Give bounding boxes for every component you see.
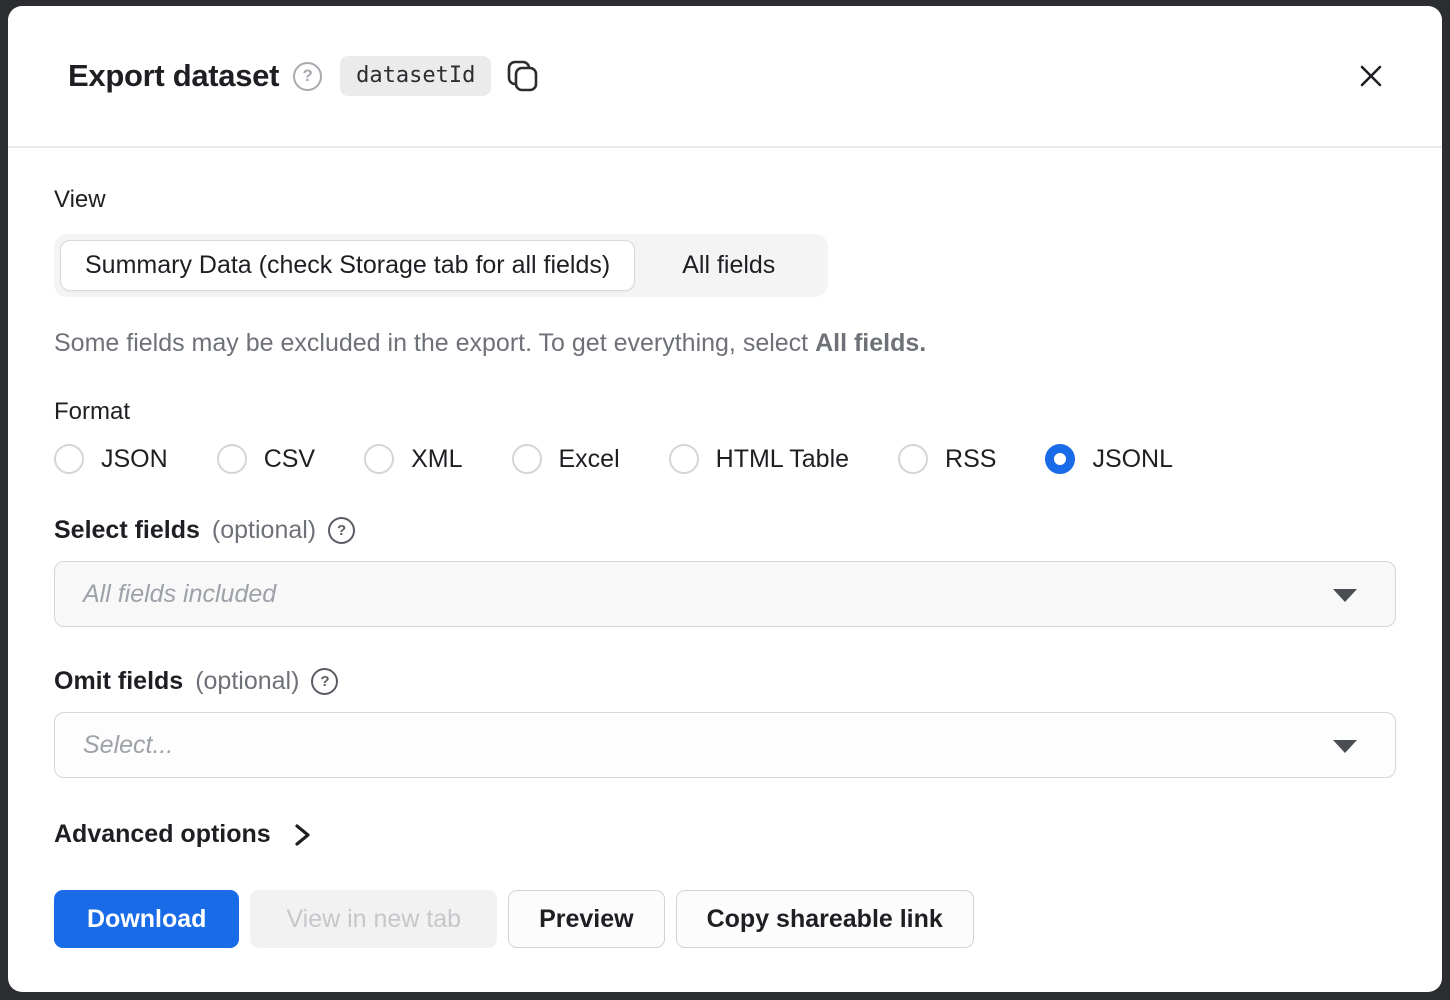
chevron-right-icon xyxy=(291,821,313,849)
radio-icon xyxy=(217,444,247,474)
note-strong-text: All fields. xyxy=(815,329,926,357)
radio-icon xyxy=(1045,444,1075,474)
format-radio-xml[interactable]: XML xyxy=(364,444,462,474)
radio-icon xyxy=(364,444,394,474)
close-icon xyxy=(1356,61,1386,91)
modal-body: View Summary Data (check Storage tab for… xyxy=(8,148,1442,948)
select-fields-help-icon[interactable]: ? xyxy=(328,517,355,544)
export-dataset-modal: Export dataset ? datasetId View xyxy=(8,6,1442,992)
modal-title: Export dataset xyxy=(68,58,279,94)
select-fields-label: Select fields xyxy=(54,516,200,545)
radio-icon xyxy=(54,444,84,474)
view-option-all-fields[interactable]: All fields xyxy=(635,240,822,291)
radio-icon xyxy=(898,444,928,474)
advanced-options-label: Advanced options xyxy=(54,820,271,849)
format-radio-json[interactable]: JSON xyxy=(54,444,168,474)
radio-icon xyxy=(512,444,542,474)
format-radio-rss[interactable]: RSS xyxy=(898,444,996,474)
omit-fields-placeholder: Select... xyxy=(83,731,173,760)
view-segmented-control: Summary Data (check Storage tab for all … xyxy=(54,234,828,297)
view-option-summary-data[interactable]: Summary Data (check Storage tab for all … xyxy=(60,240,635,291)
copy-icon xyxy=(505,58,541,94)
format-label: Format xyxy=(54,398,1396,426)
caret-down-icon xyxy=(1333,740,1357,753)
format-radio-jsonl[interactable]: JSONL xyxy=(1045,444,1173,474)
modal-header: Export dataset ? datasetId xyxy=(8,6,1442,148)
copy-dataset-id-button[interactable] xyxy=(505,58,541,94)
omit-fields-label: Omit fields xyxy=(54,667,183,696)
select-fields-dropdown[interactable]: All fields included xyxy=(54,561,1396,627)
format-radio-group: JSON CSV XML Excel HTML Table RSS xyxy=(54,444,1396,474)
select-fields-placeholder: All fields included xyxy=(83,580,276,609)
caret-down-icon xyxy=(1333,589,1357,602)
close-button[interactable] xyxy=(1352,57,1390,95)
copy-shareable-link-button[interactable]: Copy shareable link xyxy=(676,890,974,948)
omit-fields-label-row: Omit fields (optional) ? xyxy=(54,667,1396,696)
dataset-id-badge: datasetId xyxy=(340,56,491,96)
action-buttons-row: Download View in new tab Preview Copy sh… xyxy=(54,890,1396,948)
title-help-icon[interactable]: ? xyxy=(293,62,322,91)
format-radio-excel[interactable]: Excel xyxy=(512,444,620,474)
view-option-label: Summary Data (check Storage tab for all … xyxy=(85,251,610,280)
preview-button[interactable]: Preview xyxy=(508,890,665,948)
view-note: Some fields may be excluded in the expor… xyxy=(54,329,1396,358)
radio-icon xyxy=(669,444,699,474)
omit-fields-help-icon[interactable]: ? xyxy=(311,668,338,695)
omit-fields-dropdown[interactable]: Select... xyxy=(54,712,1396,778)
download-button[interactable]: Download xyxy=(54,890,239,948)
advanced-options-toggle[interactable]: Advanced options xyxy=(54,820,313,849)
omit-fields-optional: (optional) xyxy=(195,667,299,696)
view-in-new-tab-button[interactable]: View in new tab xyxy=(250,890,497,948)
format-radio-csv[interactable]: CSV xyxy=(217,444,315,474)
note-text: Some fields may be excluded in the expor… xyxy=(54,329,815,357)
view-label: View xyxy=(54,186,1396,214)
view-option-label: All fields xyxy=(682,251,775,280)
format-radio-html-table[interactable]: HTML Table xyxy=(669,444,849,474)
select-fields-label-row: Select fields (optional) ? xyxy=(54,516,1396,545)
select-fields-optional: (optional) xyxy=(212,516,316,545)
